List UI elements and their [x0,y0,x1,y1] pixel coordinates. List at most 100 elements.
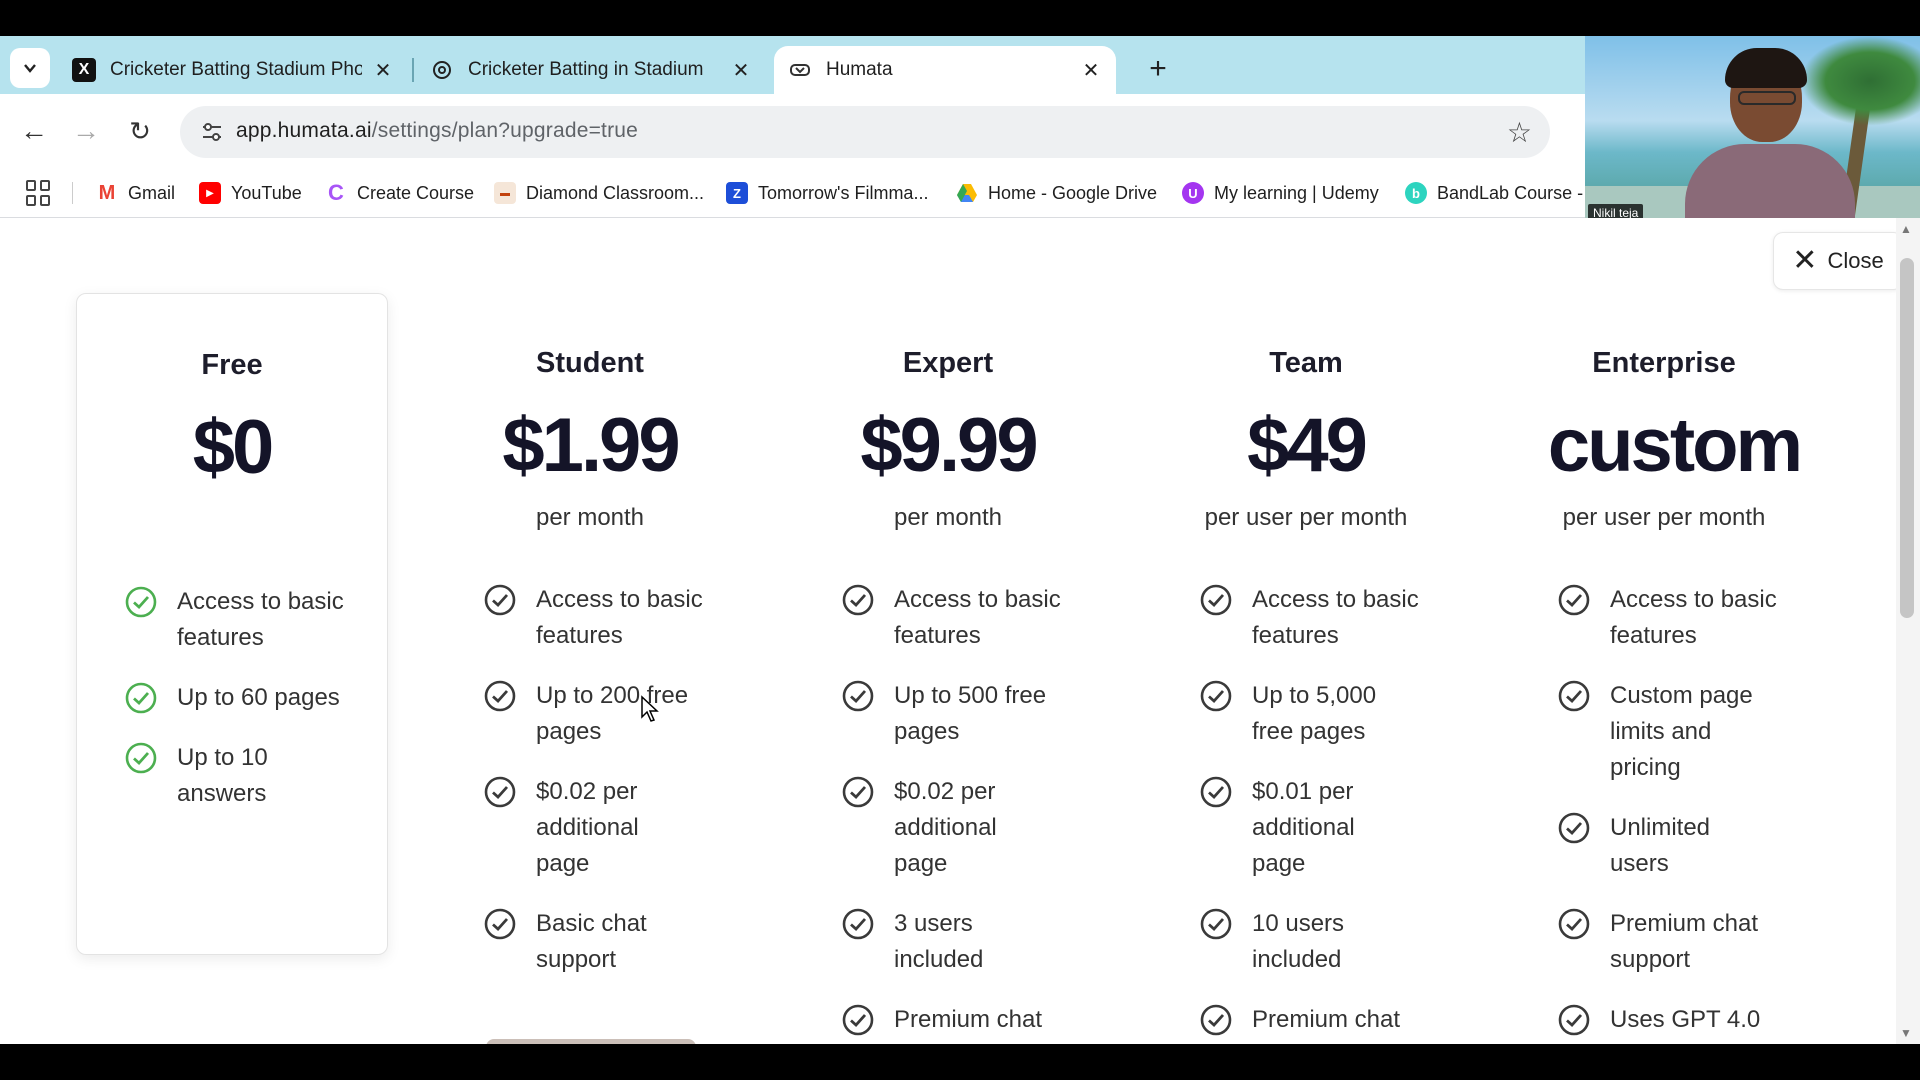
feature-text: Basic chat support [536,906,666,978]
check-circle-icon [1558,1004,1590,1036]
feature-item: Up to 10 answers [125,740,365,812]
youtube-icon: ▶ [199,182,221,204]
reload-icon: ↻ [129,116,151,146]
tab-search-button[interactable] [10,48,50,88]
tab-separator [412,58,414,82]
plan-card-team: Team $49 per user per month Access to ba… [1150,218,1462,1044]
scroll-up-icon[interactable]: ▲ [1900,222,1912,236]
bookmark-create-course[interactable]: C Create Course [325,178,474,208]
apps-grid-icon[interactable] [26,180,52,206]
feature-item: Up to 500 free pages [842,678,1082,750]
feature-item: $0.01 per additional page [1200,774,1440,882]
tab-close-icon[interactable]: ✕ [730,58,752,83]
close-label: Close [1827,248,1883,274]
reload-button[interactable]: ↻ [120,112,160,152]
bookmark-label: My learning | Udemy [1214,183,1379,204]
feature-item: 10 users included [1200,906,1440,978]
feature-text: Up to 200 free pages [536,678,711,750]
feature-text: Access to basic features [177,584,352,656]
check-circle-icon [125,742,157,774]
tab-close-icon[interactable]: ✕ [372,58,394,83]
arrow-right-icon: → [72,115,100,146]
feature-item: $0.02 per additional page [484,774,724,882]
feature-item: $0.02 per additional page [842,774,1082,882]
site-info-icon[interactable] [198,118,226,146]
check-circle-icon [484,680,516,712]
check-circle-icon [484,908,516,940]
check-circle-icon [842,1004,874,1036]
tab-title: Cricketer Batting Stadium Photo [110,59,362,81]
gmail-icon: M [96,182,118,204]
plan-period: per month [792,504,1104,532]
plan-name: Free [77,349,387,382]
check-circle-icon [1558,812,1590,844]
forward-button[interactable]: → [66,112,106,152]
feature-text: 10 users included [1252,906,1372,978]
scrollbar-thumb[interactable] [1900,258,1914,618]
tab-1[interactable]: X Cricketer Batting Stadium Photo ✕ [58,46,408,94]
feature-text: Up to 60 pages [177,680,340,716]
check-circle-icon [484,776,516,808]
bookmark-udemy[interactable]: U My learning | Udemy [1182,178,1379,208]
feature-text: $0.01 per additional page [1252,774,1382,882]
check-circle-icon [125,586,157,618]
glasses [1738,91,1796,105]
bookmark-label: Tomorrow's Filmma... [758,183,928,204]
scroll-down-icon[interactable]: ▼ [1900,1026,1912,1040]
new-tab-button[interactable]: + [1138,50,1178,90]
feature-text: Premium chat [1252,1002,1400,1038]
mouse-cursor-icon [640,695,660,723]
plan-name: Student [434,347,746,380]
feature-item: Premium chat [1200,1002,1440,1038]
feature-item: Unlimited users [1558,810,1798,882]
bookmark-diamond[interactable]: ▬ Diamond Classroom... [494,178,704,208]
bookmark-youtube[interactable]: ▶ YouTube [199,178,302,208]
bookmark-label: BandLab Course - [1437,183,1583,204]
feature-text: Up to 10 answers [177,740,352,812]
feature-text: 3 users included [894,906,1004,978]
check-circle-icon [842,776,874,808]
tab-strip: X Cricketer Batting Stadium Photo ✕ Cric… [0,36,1585,94]
bookmark-gmail[interactable]: M Gmail [96,178,175,208]
feature-text: Premium chat [894,1002,1042,1038]
bookmark-google-drive[interactable]: Home - Google Drive [956,178,1157,208]
bookmark-label: YouTube [231,183,302,204]
bookmarks-bar: M Gmail ▶ YouTube C Create Course ▬ Diam… [0,168,1585,218]
webcam-overlay [1585,36,1920,224]
arrow-left-icon: ← [20,115,48,146]
feature-item: Up to 60 pages [125,680,365,716]
tab-2[interactable]: Cricketer Batting in Stadium ✕ [416,46,766,94]
bookmark-bandlab[interactable]: b BandLab Course - [1405,178,1583,208]
tab-close-icon[interactable]: ✕ [1080,58,1102,83]
plan-card-enterprise: Enterprise custom per user per month Acc… [1508,218,1820,1044]
feature-item: Access to basic features [125,584,365,656]
feature-item: Access to basic features [1558,582,1798,654]
plan-card-free: Free $0 Access to basic features Up to 6… [76,293,388,955]
feature-item: Up to 5,000 free pages [1200,678,1440,750]
check-circle-icon [1200,1004,1232,1036]
feature-item: Access to basic features [484,582,724,654]
feature-list: Access to basic features Up to 200 free … [484,582,724,1002]
check-circle-icon [1558,908,1590,940]
bookmark-filmmaker[interactable]: Z Tomorrow's Filmma... [726,178,928,208]
bookmark-star-icon[interactable]: ☆ [1507,116,1532,149]
openai-icon [430,58,454,82]
feature-item: Access to basic features [842,582,1082,654]
check-circle-icon [484,584,516,616]
plan-price: $0 [77,404,387,491]
url-text[interactable]: app.humata.ai/settings/plan?upgrade=true [236,119,638,143]
feature-text: Up to 500 free pages [894,678,1069,750]
address-bar[interactable]: app.humata.ai/settings/plan?upgrade=true… [180,106,1550,158]
tab-3-active[interactable]: Humata ✕ [774,46,1116,94]
feature-item: Up to 200 free pages [484,678,724,750]
plan-name: Expert [792,347,1104,380]
url-host: app.humata.ai [236,119,372,142]
check-circle-icon [1200,680,1232,712]
feature-list: Access to basic features Up to 5,000 fre… [1200,582,1440,1044]
person-hair [1725,48,1807,88]
plan-price: custom [1518,402,1830,489]
back-button[interactable]: ← [14,112,54,152]
feature-item: Custom page limits and pricing [1558,678,1798,786]
feature-text: Access to basic features [536,582,711,654]
plan-period: per user per month [1508,504,1820,532]
